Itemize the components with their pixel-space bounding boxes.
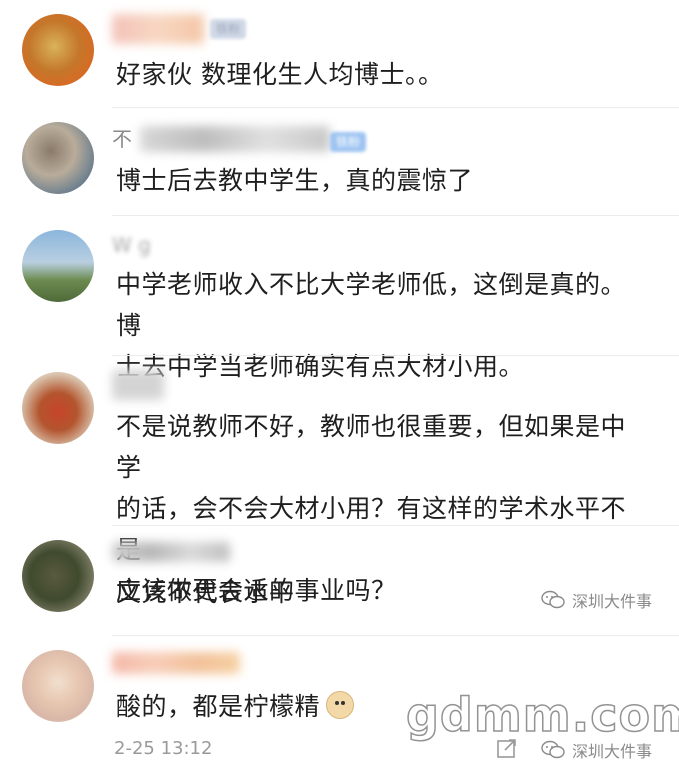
- source-watermark-text: 深圳大件事: [572, 742, 653, 761]
- avatar[interactable]: [22, 540, 94, 612]
- username[interactable]: 不: [112, 124, 132, 154]
- comment-text-content: 酸的，都是柠檬精: [116, 692, 321, 721]
- comment-text-line: 不是说教师不好，教师也很重要，但如果是中学: [116, 412, 627, 482]
- wechat-icon: [541, 740, 565, 759]
- username-blurred[interactable]: [112, 370, 164, 400]
- comment-item: 文凭不代表水平: [0, 526, 679, 636]
- comment-item: 铁粉 好家伙 数理化生人均博士。。: [0, 0, 679, 108]
- comment-item: 不 铁粉 博士后去教中学生，真的震惊了: [0, 108, 679, 216]
- doge-emoji-icon: [326, 691, 355, 719]
- comment-timestamp: 2-25 13:12: [114, 738, 213, 759]
- username-blurred[interactable]: [112, 652, 240, 674]
- source-watermark: 深圳大件事: [540, 738, 652, 762]
- comment-item: W g 中学老师收入不比大学老师低，这倒是真的。博 士去中学当老师确实有点大材小…: [0, 216, 679, 381]
- wechat-icon: [541, 590, 565, 609]
- fan-badge: 铁粉: [210, 19, 247, 39]
- avatar[interactable]: [22, 650, 94, 722]
- username-blurred[interactable]: [140, 126, 330, 152]
- avatar[interactable]: [22, 122, 94, 194]
- username-blurred[interactable]: [112, 14, 204, 44]
- username-blurred[interactable]: [112, 542, 230, 562]
- source-watermark-text: 深圳大件事: [572, 592, 653, 611]
- source-watermark: 深圳大件事: [540, 588, 652, 612]
- comment-text: 博士后去教中学生，真的震惊了: [116, 166, 474, 195]
- avatar[interactable]: [22, 372, 94, 444]
- fan-badge: 铁粉: [330, 132, 367, 152]
- avatar[interactable]: [22, 230, 94, 302]
- username[interactable]: W g: [112, 230, 151, 260]
- comment-text: 好家伙 数理化生人均博士。。: [116, 60, 444, 89]
- comment-item: 不是说教师不好，教师也很重要，但如果是中学 的话，会不会大材小用？有这样的学术水…: [0, 356, 679, 605]
- avatar[interactable]: [22, 14, 94, 86]
- site-watermark: gdmm.com: [405, 687, 679, 743]
- comment-text-line: 中学老师收入不比大学老师低，这倒是真的。博: [116, 270, 627, 340]
